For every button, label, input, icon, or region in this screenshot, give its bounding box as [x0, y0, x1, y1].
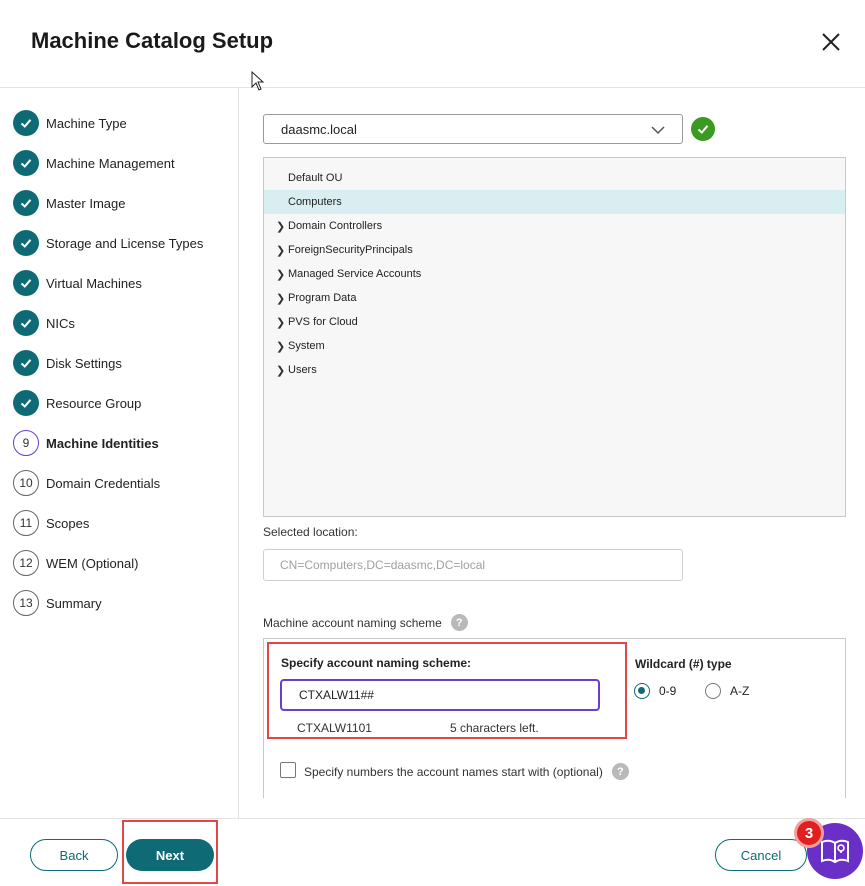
step-label: NICs — [46, 315, 75, 331]
step-label: Domain Credentials — [46, 475, 161, 491]
check-icon — [13, 150, 39, 176]
step-label: Summary — [46, 595, 102, 611]
step-summary[interactable]: 13 Summary — [13, 590, 102, 616]
tree-item-label: Domain Controllers — [288, 220, 383, 232]
check-icon — [13, 390, 39, 416]
chevron-right-icon[interactable]: ❯ — [276, 316, 285, 329]
naming-scheme-value: CTXALW11## — [299, 688, 374, 702]
book-lightbulb-icon — [821, 839, 849, 864]
start-numbers-row: Specify numbers the account names start … — [304, 763, 629, 780]
tree-item-pvs-for-cloud[interactable]: ❯ PVS for Cloud — [264, 310, 845, 334]
step-label: Disk Settings — [46, 355, 122, 371]
radio-0-9[interactable] — [634, 683, 650, 699]
tree-item-default-ou[interactable]: Default OU — [264, 166, 845, 190]
characters-left: 5 characters left. — [450, 721, 539, 735]
domain-select[interactable]: daasmc.local — [263, 114, 683, 144]
step-nics[interactable]: NICs — [13, 310, 75, 336]
naming-scheme-label: Machine account naming scheme — [263, 615, 442, 630]
step-label: Storage and License Types — [46, 235, 204, 251]
tree-item-computers[interactable]: Computers — [264, 190, 845, 214]
specify-scheme-label: Specify account naming scheme: — [281, 656, 472, 670]
step-machine-identities[interactable]: 9 Machine Identities — [13, 430, 159, 456]
start-numbers-label: Specify numbers the account names start … — [304, 764, 603, 779]
mouse-cursor-icon — [251, 71, 265, 91]
domain-value: daasmc.local — [281, 122, 357, 137]
tree-item-label: Program Data — [288, 292, 357, 304]
step-wem[interactable]: 12 WEM (Optional) — [13, 550, 138, 576]
step-label: WEM (Optional) — [46, 555, 139, 571]
dialog-header: Machine Catalog Setup — [0, 0, 865, 88]
step-label: Machine Management — [46, 155, 175, 171]
radio-0-9-label: 0-9 — [659, 684, 677, 698]
step-domain-credentials[interactable]: 10 Domain Credentials — [13, 470, 160, 496]
ou-tree: Default OU Computers ❯ Domain Controller… — [263, 157, 846, 517]
step-virtual-machines[interactable]: Virtual Machines — [13, 270, 142, 296]
chevron-right-icon[interactable]: ❯ — [276, 292, 285, 305]
step-machine-type[interactable]: Machine Type — [13, 110, 127, 136]
check-icon — [13, 110, 39, 136]
tree-item-label: ForeignSecurityPrincipals — [288, 244, 413, 256]
notification-badge: 3 — [794, 818, 824, 848]
step-resource-group[interactable]: Resource Group — [13, 390, 141, 416]
help-icon[interactable]: ? — [611, 763, 629, 780]
tree-item-label: Users — [288, 364, 317, 376]
tree-item-system[interactable]: ❯ System — [264, 334, 845, 358]
chevron-down-icon — [651, 126, 665, 135]
wizard-steps-sidebar: Machine Type Machine Management Master I… — [0, 88, 239, 818]
tree-item-domain-controllers[interactable]: ❯ Domain Controllers — [264, 214, 845, 238]
chevron-right-icon[interactable]: ❯ — [276, 268, 285, 281]
page-title: Machine Catalog Setup — [31, 28, 274, 53]
tree-item-managed-service-accounts[interactable]: ❯ Managed Service Accounts — [264, 262, 845, 286]
close-icon[interactable] — [819, 30, 843, 54]
check-icon — [13, 350, 39, 376]
chevron-right-icon[interactable]: ❯ — [276, 244, 285, 257]
step-number: 12 — [13, 550, 39, 576]
check-icon — [691, 117, 715, 141]
check-icon — [13, 190, 39, 216]
naming-scheme-input[interactable]: CTXALW11## — [280, 679, 600, 711]
tree-item-label: Default OU — [288, 172, 343, 184]
tree-item-foreign-security-principals[interactable]: ❯ ForeignSecurityPrincipals — [264, 238, 845, 262]
check-icon — [13, 230, 39, 256]
naming-preview: CTXALW1101 — [297, 721, 372, 735]
selected-location-field: CN=Computers,DC=daasmc,DC=local — [263, 549, 683, 581]
start-numbers-checkbox[interactable] — [280, 762, 296, 778]
wildcard-type-label: Wildcard (#) type — [635, 657, 732, 671]
naming-scheme-section-label: Machine account naming scheme ? — [263, 614, 468, 631]
step-label: Machine Identities — [46, 435, 159, 451]
step-storage-license[interactable]: Storage and License Types — [13, 230, 203, 256]
step-number: 10 — [13, 470, 39, 496]
step-label: Virtual Machines — [46, 275, 142, 291]
tree-item-label: Managed Service Accounts — [288, 268, 422, 280]
tree-item-users[interactable]: ❯ Users — [264, 358, 845, 382]
help-icon[interactable]: ? — [450, 614, 468, 631]
step-number: 9 — [13, 430, 39, 456]
step-number: 13 — [13, 590, 39, 616]
step-machine-management[interactable]: Machine Management — [13, 150, 175, 176]
tree-item-label: PVS for Cloud — [288, 316, 358, 328]
tree-item-label: Computers — [288, 196, 342, 208]
tree-item-program-data[interactable]: ❯ Program Data — [264, 286, 845, 310]
radio-a-z[interactable] — [705, 683, 721, 699]
selected-location-placeholder: CN=Computers,DC=daasmc,DC=local — [280, 558, 486, 572]
highlight-annotation — [122, 820, 218, 884]
step-master-image[interactable]: Master Image — [13, 190, 125, 216]
step-label: Scopes — [46, 515, 90, 531]
step-label: Machine Type — [46, 115, 127, 131]
check-icon — [13, 310, 39, 336]
selected-location-label: Selected location: — [263, 525, 358, 539]
chevron-right-icon[interactable]: ❯ — [276, 220, 285, 233]
back-button[interactable]: Back — [30, 839, 118, 871]
step-number: 11 — [13, 510, 39, 536]
step-disk-settings[interactable]: Disk Settings — [13, 350, 122, 376]
step-label: Master Image — [46, 195, 126, 211]
chevron-right-icon[interactable]: ❯ — [276, 364, 285, 377]
step-scopes[interactable]: 11 Scopes — [13, 510, 89, 536]
tree-item-label: System — [288, 340, 325, 352]
step-label: Resource Group — [46, 395, 142, 411]
cancel-button[interactable]: Cancel — [715, 839, 807, 871]
check-icon — [13, 270, 39, 296]
chevron-right-icon[interactable]: ❯ — [276, 340, 285, 353]
radio-a-z-label: A-Z — [730, 684, 750, 698]
